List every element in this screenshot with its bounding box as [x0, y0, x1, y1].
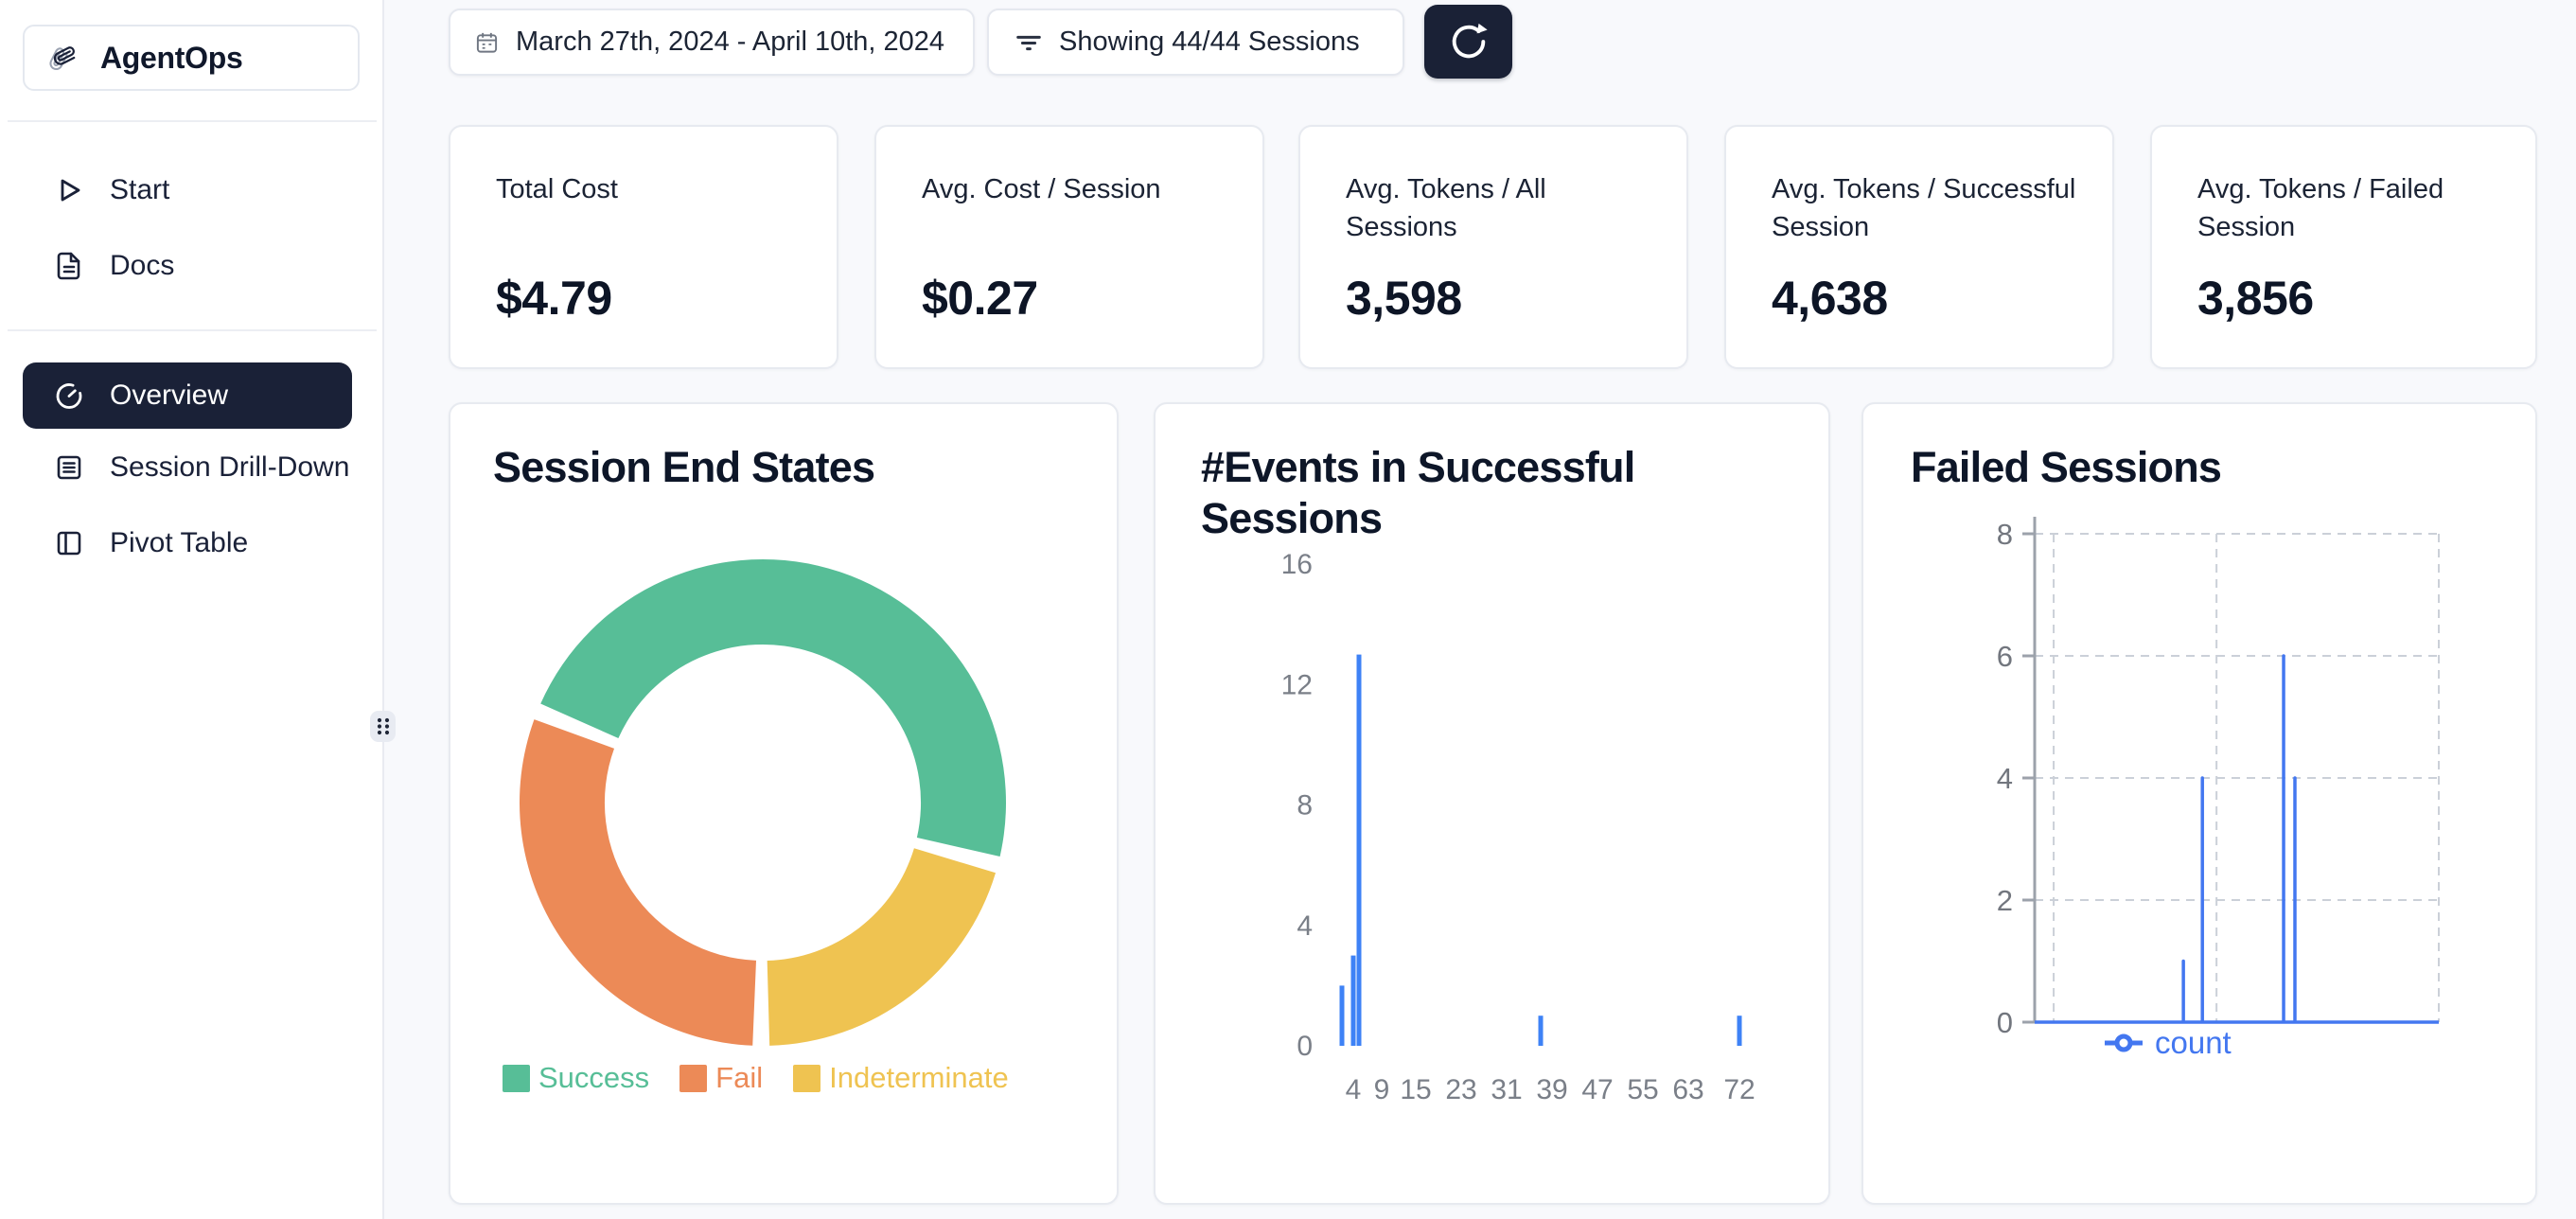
legend-swatch [503, 1065, 530, 1092]
stat-label: Total Cost [496, 170, 810, 208]
svg-text:2: 2 [1997, 884, 2013, 917]
stat-value: 3,856 [2197, 269, 2314, 327]
date-range-button[interactable]: March 27th, 2024 - April 10th, 2024 [449, 9, 975, 76]
agentops-dashboard: AgentOps Start Docs [0, 0, 2576, 1219]
sidebar-item-start[interactable]: Start [23, 161, 352, 220]
stat-label: Avg. Tokens / All Sessions [1346, 170, 1660, 246]
failed-sessions-chart: 0 2 4 6 8 [1863, 404, 2539, 1207]
sidebar-item-label: Docs [110, 250, 174, 282]
legend-label: Fail [715, 1061, 763, 1095]
app-logo[interactable]: AgentOps [23, 25, 360, 91]
date-range-label: March 27th, 2024 - April 10th, 2024 [516, 26, 944, 58]
svg-text:55: 55 [1627, 1074, 1658, 1105]
svg-text:63: 63 [1672, 1074, 1703, 1105]
stat-card-avg-tokens-failed: Avg. Tokens / Failed Session 3,856 [2150, 125, 2537, 369]
bar-x2[interactable] [1340, 985, 1345, 1046]
sessions-filter-label: Showing 44/44 Sessions [1059, 26, 1360, 58]
sidebar-item-label: Start [110, 174, 169, 206]
svg-text:15: 15 [1400, 1074, 1431, 1105]
bar-x5[interactable] [1357, 655, 1362, 1046]
svg-text:4: 4 [1997, 762, 2013, 795]
donut-slice-success[interactable] [540, 559, 1006, 857]
stat-value: 4,638 [1772, 269, 1888, 327]
donut-slice-indeterminate[interactable] [768, 848, 996, 1046]
stat-card-avg-tokens-all: Avg. Tokens / All Sessions 3,598 [1298, 125, 1688, 369]
stat-card-total-cost: Total Cost $4.79 [449, 125, 838, 369]
sidebar: AgentOps Start Docs [0, 0, 384, 1219]
panel-left-icon [53, 527, 85, 559]
svg-text:47: 47 [1581, 1074, 1613, 1105]
svg-text:12: 12 [1281, 669, 1313, 700]
donut-slice-fail[interactable] [520, 719, 756, 1046]
legend-swatch [679, 1065, 707, 1092]
sidebar-divider [8, 329, 377, 331]
svg-text:8: 8 [1997, 518, 2013, 551]
sessions-filter-button[interactable]: Showing 44/44 Sessions [987, 9, 1404, 76]
stat-value: $4.79 [496, 269, 612, 327]
sidebar-item-docs[interactable]: Docs [23, 237, 352, 295]
sidebar-divider [8, 120, 377, 122]
calendar-icon [475, 30, 499, 55]
stat-label: Avg. Tokens / Failed Session [2197, 170, 2512, 246]
sidebar-resize-handle[interactable] [370, 711, 396, 742]
refresh-icon [1447, 20, 1491, 63]
svg-text:8: 8 [1297, 790, 1313, 822]
legend-label: Success [538, 1061, 649, 1095]
stat-card-avg-tokens-successful: Avg. Tokens / Successful Session 4,638 [1724, 125, 2114, 369]
svg-text:72: 72 [1723, 1074, 1755, 1105]
sidebar-item-label: Pivot Table [110, 527, 248, 559]
line-series-legend-icon [2102, 1031, 2145, 1055]
donut-legend: Success Fail Indeterminate [503, 1061, 1009, 1095]
play-icon [53, 174, 85, 206]
count-legend[interactable]: count [2102, 1025, 2232, 1061]
legend-label: Indeterminate [829, 1061, 1009, 1095]
grip-dots-icon [376, 716, 391, 736]
events-histogram-card: #Events in Successful Sessions 048121649… [1154, 402, 1830, 1205]
legend-item-success[interactable]: Success [503, 1061, 649, 1095]
stat-value: 3,598 [1346, 269, 1462, 327]
filter-icon [1014, 26, 1044, 59]
app-name: AgentOps [100, 41, 243, 76]
svg-text:39: 39 [1536, 1074, 1567, 1105]
failed-sessions-card: Failed Sessions 02468 count [1861, 402, 2537, 1205]
bar-x72[interactable] [1738, 1016, 1742, 1046]
svg-text:16: 16 [1281, 549, 1313, 580]
sidebar-item-pivot-table[interactable]: Pivot Table [23, 514, 352, 573]
refresh-button[interactable] [1424, 5, 1512, 79]
stat-label: Avg. Tokens / Successful Session [1772, 170, 2086, 246]
svg-text:6: 6 [1997, 640, 2013, 673]
legend-label: count [2155, 1025, 2232, 1061]
svg-text:4: 4 [1346, 1074, 1362, 1105]
document-lines-icon [53, 451, 85, 484]
paperclip-logo-icon [44, 37, 85, 79]
svg-text:23: 23 [1445, 1074, 1476, 1105]
stat-label: Avg. Cost / Session [922, 170, 1236, 208]
session-end-states-card: Session End States Success Fail Indeterm… [449, 402, 1119, 1205]
legend-swatch [793, 1065, 820, 1092]
sidebar-item-overview[interactable]: Overview [23, 362, 352, 429]
session-end-states-donut [512, 552, 1014, 1053]
stat-card-avg-cost-session: Avg. Cost / Session $0.27 [874, 125, 1264, 369]
bar-x37[interactable] [1539, 1016, 1544, 1046]
events-histogram: 0481216491523313947556372 [1156, 404, 1832, 1207]
count-line-series[interactable] [2035, 656, 2439, 1022]
bar-x4[interactable] [1351, 956, 1356, 1046]
svg-text:9: 9 [1374, 1074, 1390, 1105]
chart-title: Session End States [493, 442, 874, 493]
legend-item-fail[interactable]: Fail [679, 1061, 763, 1095]
sidebar-item-label: Session Drill-Down [110, 451, 349, 484]
svg-text:4: 4 [1297, 910, 1313, 942]
svg-text:0: 0 [1997, 1006, 2013, 1039]
gauge-icon [53, 380, 85, 412]
docs-icon [53, 250, 85, 282]
sidebar-item-session-drill-down[interactable]: Session Drill-Down [23, 438, 352, 497]
sidebar-item-label: Overview [110, 380, 228, 412]
legend-item-indeterminate[interactable]: Indeterminate [793, 1061, 1009, 1095]
svg-text:31: 31 [1491, 1074, 1522, 1105]
svg-text:0: 0 [1297, 1031, 1313, 1062]
stat-value: $0.27 [922, 269, 1038, 327]
